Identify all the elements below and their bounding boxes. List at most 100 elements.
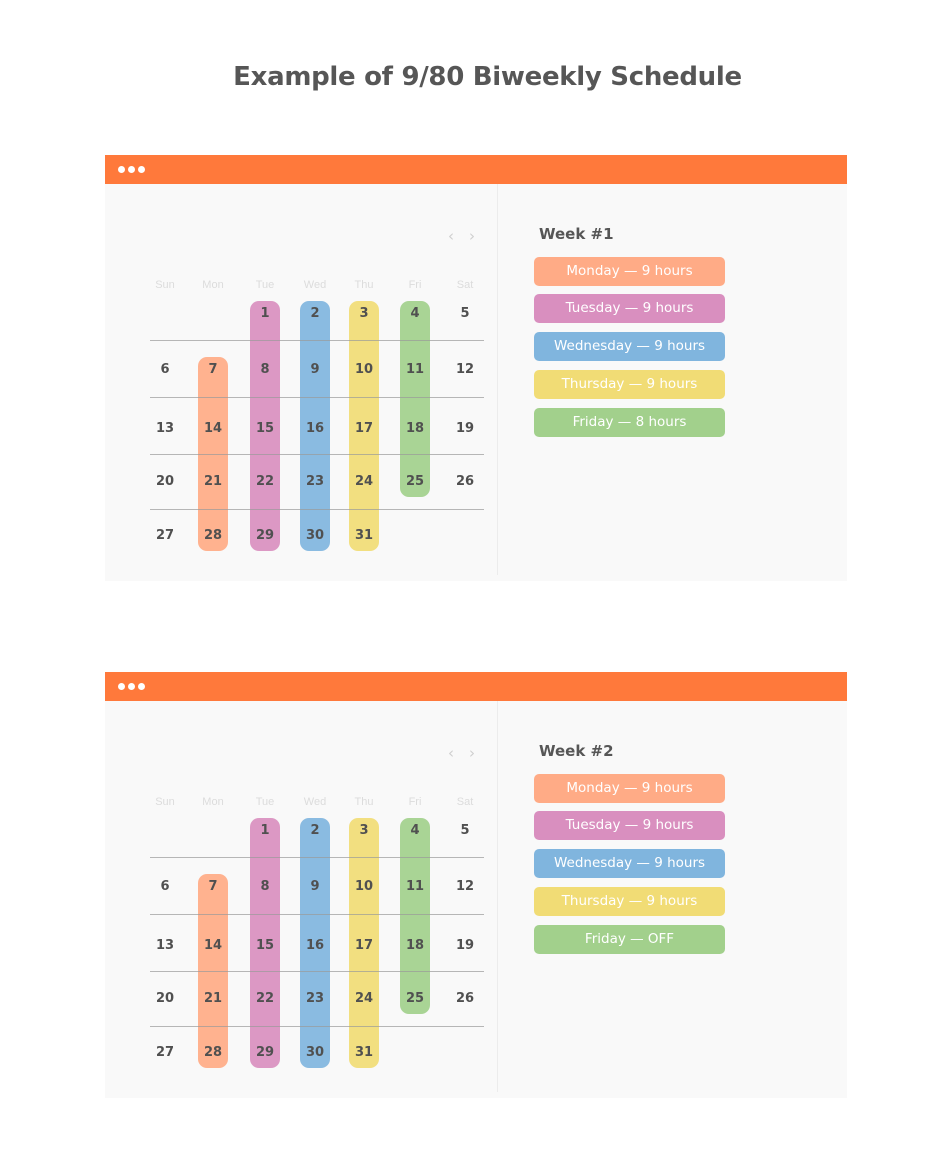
calendar-day[interactable]: 21 <box>193 474 233 489</box>
schedule-pill-wednesday: Wednesday — 9 hours <box>534 332 725 361</box>
chevron-right-icon[interactable]: › <box>469 227 475 245</box>
calendar-day[interactable]: 14 <box>193 421 233 436</box>
dot <box>118 683 125 690</box>
calendar-day[interactable]: 17 <box>344 938 384 953</box>
calendar-day[interactable]: 11 <box>395 362 435 377</box>
schedule-window-week-1: ‹ › Sun Mon Tue Wed Thu Fri Sat 1 2 3 4 5 6 7 8 9 10 11 12… <box>105 155 847 581</box>
schedule-pill-thursday: Thursday — 9 hours <box>534 370 725 399</box>
schedule-pill-friday: Friday — 8 hours <box>534 408 725 437</box>
calendar-day[interactable]: 15 <box>245 938 285 953</box>
weekday-header-mon: Mon <box>202 796 224 808</box>
calendar-day[interactable]: 15 <box>245 421 285 436</box>
week-title: Week #1 <box>539 225 614 243</box>
window-menu-dots-icon[interactable] <box>118 683 145 690</box>
calendar-day[interactable]: 24 <box>344 991 384 1006</box>
calendar-day[interactable]: 3 <box>344 306 384 321</box>
calendar-day[interactable]: 12 <box>445 879 485 894</box>
calendar-day[interactable]: 2 <box>295 306 335 321</box>
calendar-day[interactable]: 1 <box>245 306 285 321</box>
calendar-day[interactable]: 6 <box>145 879 185 894</box>
calendar-day[interactable]: 19 <box>445 938 485 953</box>
calendar-day[interactable]: 8 <box>245 879 285 894</box>
weekday-header-wed: Wed <box>303 796 327 808</box>
calendar-day[interactable]: 22 <box>245 474 285 489</box>
calendar-day[interactable]: 26 <box>445 991 485 1006</box>
calendar-day[interactable]: 16 <box>295 421 335 436</box>
calendar-day[interactable]: 12 <box>445 362 485 377</box>
weekday-header-wed: Wed <box>303 279 327 291</box>
page-title: Example of 9/80 Biweekly Schedule <box>233 62 742 92</box>
week-separator-line <box>150 971 484 972</box>
schedule-pill-thursday: Thursday — 9 hours <box>534 887 725 916</box>
chevron-left-icon[interactable]: ‹ <box>448 744 454 762</box>
calendar-day[interactable]: 18 <box>395 421 435 436</box>
calendar-day[interactable]: 29 <box>245 528 285 543</box>
calendar-day[interactable]: 30 <box>295 528 335 543</box>
panel-divider <box>497 701 498 1092</box>
calendar-day[interactable]: 24 <box>344 474 384 489</box>
dot <box>128 166 135 173</box>
weekday-header-sun: Sun <box>155 279 175 291</box>
calendar-day[interactable]: 28 <box>193 1045 233 1060</box>
workday-strip-friday <box>400 818 430 1014</box>
calendar-day[interactable]: 3 <box>344 823 384 838</box>
calendar-day[interactable]: 16 <box>295 938 335 953</box>
calendar-day[interactable]: 6 <box>145 362 185 377</box>
calendar-day[interactable]: 17 <box>344 421 384 436</box>
calendar-day[interactable]: 14 <box>193 938 233 953</box>
weekday-header-fri: Fri <box>408 796 422 808</box>
calendar-day[interactable]: 5 <box>445 823 485 838</box>
calendar-day[interactable]: 20 <box>145 991 185 1006</box>
week-separator-line <box>150 509 484 510</box>
calendar-day[interactable]: 25 <box>395 991 435 1006</box>
calendar-day[interactable]: 29 <box>245 1045 285 1060</box>
workday-strip-friday <box>400 301 430 497</box>
calendar-day[interactable]: 25 <box>395 474 435 489</box>
calendar-day[interactable]: 31 <box>344 1045 384 1060</box>
calendar-day[interactable]: 23 <box>295 991 335 1006</box>
calendar-day[interactable]: 4 <box>395 823 435 838</box>
schedule-pill-friday: Friday — OFF <box>534 925 725 954</box>
calendar-day[interactable]: 10 <box>344 362 384 377</box>
calendar-day[interactable]: 10 <box>344 879 384 894</box>
chevron-left-icon[interactable]: ‹ <box>448 227 454 245</box>
week-separator-line <box>150 1026 484 1027</box>
calendar-day[interactable]: 19 <box>445 421 485 436</box>
week-separator-line <box>150 454 484 455</box>
panel-divider <box>497 184 498 575</box>
schedule-pill-wednesday: Wednesday — 9 hours <box>534 849 725 878</box>
weekday-header-thu: Thu <box>354 796 374 808</box>
window-menu-dots-icon[interactable] <box>118 166 145 173</box>
calendar-day[interactable]: 8 <box>245 362 285 377</box>
calendar-day[interactable]: 26 <box>445 474 485 489</box>
calendar-day[interactable]: 1 <box>245 823 285 838</box>
calendar-day[interactable]: 7 <box>193 879 233 894</box>
calendar-day[interactable]: 27 <box>145 528 185 543</box>
chevron-right-icon[interactable]: › <box>469 744 475 762</box>
dot <box>138 683 145 690</box>
calendar-day[interactable]: 28 <box>193 528 233 543</box>
window-titlebar <box>105 672 847 701</box>
calendar-day[interactable]: 9 <box>295 362 335 377</box>
calendar-day[interactable]: 21 <box>193 991 233 1006</box>
calendar-day[interactable]: 20 <box>145 474 185 489</box>
calendar-day[interactable]: 11 <box>395 879 435 894</box>
calendar-day[interactable]: 2 <box>295 823 335 838</box>
weekday-header-thu: Thu <box>354 279 374 291</box>
calendar-day[interactable]: 7 <box>193 362 233 377</box>
calendar-day[interactable]: 4 <box>395 306 435 321</box>
calendar-day[interactable]: 23 <box>295 474 335 489</box>
calendar-day[interactable]: 13 <box>145 938 185 953</box>
calendar-grid: Sun Mon Tue Wed Thu Fri Sat 1 2 3 4 5 6 7 8 9 10 11 12 13 14… <box>150 275 485 565</box>
schedule-pill-tuesday: Tuesday — 9 hours <box>534 294 725 323</box>
calendar-day[interactable]: 9 <box>295 879 335 894</box>
calendar-day[interactable]: 22 <box>245 991 285 1006</box>
calendar-day[interactable]: 5 <box>445 306 485 321</box>
calendar-day[interactable]: 18 <box>395 938 435 953</box>
schedule-window-week-2: ‹ › Sun Mon Tue Wed Thu Fri Sat 1 2 3 4 5 6 7 8 9 10 11 12… <box>105 672 847 1098</box>
calendar-day[interactable]: 31 <box>344 528 384 543</box>
calendar-day[interactable]: 13 <box>145 421 185 436</box>
calendar-day[interactable]: 30 <box>295 1045 335 1060</box>
calendar-day[interactable]: 27 <box>145 1045 185 1060</box>
weekday-header-sat: Sat <box>456 796 474 808</box>
